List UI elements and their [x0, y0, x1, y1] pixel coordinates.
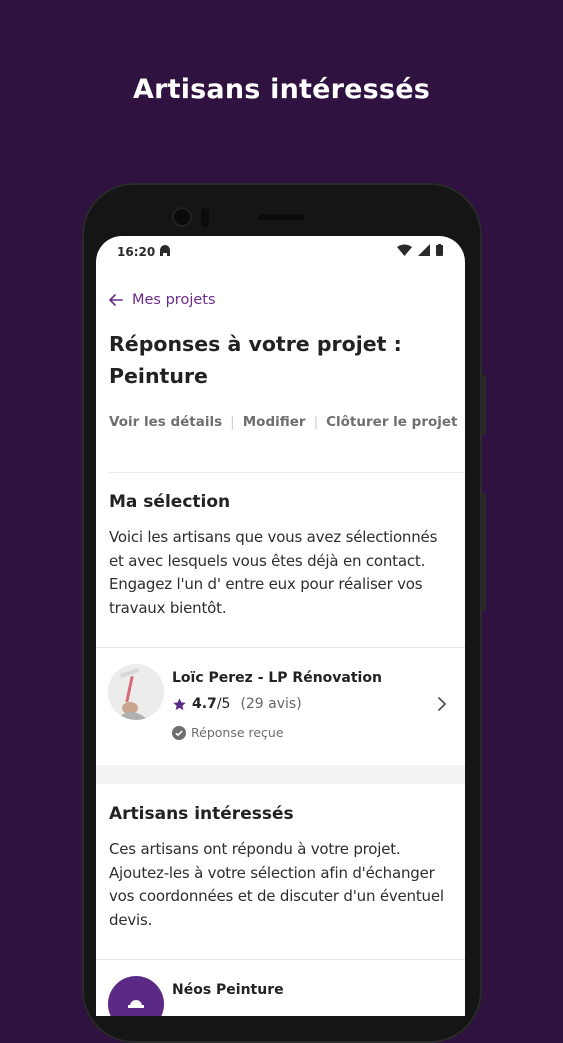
phone-speaker [258, 214, 304, 220]
phone-side-button [481, 375, 486, 435]
front-camera [172, 207, 192, 227]
page-title: Réponses à votre projet : Peinture [109, 332, 402, 388]
signal-icon [418, 244, 430, 256]
arrow-left-icon [109, 294, 123, 306]
card-divider [96, 959, 465, 960]
phone-sensor [201, 208, 209, 227]
battery-icon [436, 244, 443, 256]
project-actions: Voir les détails | Modifier | Clôturer l… [109, 414, 458, 430]
separator: | [313, 414, 319, 430]
rating-score: 4.7 [192, 696, 217, 712]
edit-link[interactable]: Modifier [243, 414, 306, 430]
check-circle-icon [172, 725, 186, 740]
artisan-name: Loïc Perez - LP Rénovation [172, 670, 382, 686]
rating-max: /5 [216, 696, 231, 712]
phone-screen: 16:20 Mes projets Réponses à votre proje… [96, 236, 465, 1016]
reply-status: Réponse reçue [172, 725, 284, 740]
artisan-rating: 4.7/5 (29 avis) [172, 696, 302, 712]
avatar [108, 664, 164, 720]
section-spacer [96, 765, 465, 784]
section-divider [109, 472, 465, 473]
review-count: (29 avis) [240, 696, 302, 712]
status-icons [397, 244, 443, 256]
selection-description: Voici les artisans que vous avez sélecti… [109, 528, 438, 617]
artisan-name: Néos Peinture [172, 982, 284, 998]
reply-status-label: Réponse reçue [191, 725, 284, 740]
back-link-label: Mes projets [132, 292, 216, 308]
back-link[interactable]: Mes projets [109, 292, 216, 308]
card-divider [96, 647, 465, 648]
interested-description: Ces artisans ont répondu à votre projet.… [109, 840, 444, 929]
promo-headline: Artisans intéressés [132, 74, 430, 105]
wifi-icon [397, 244, 412, 256]
star-icon [173, 697, 186, 710]
close-project-link[interactable]: Clôturer le projet [326, 414, 457, 430]
interested-title: Artisans intéressés [109, 804, 294, 824]
chevron-right-icon [438, 697, 447, 711]
view-details-link[interactable]: Voir les détails [109, 414, 222, 430]
selection-title: Ma sélection [109, 492, 231, 512]
app-notification-icon [158, 244, 172, 263]
avatar [108, 976, 164, 1016]
status-bar: 16:20 [96, 236, 465, 268]
status-time: 16:20 [117, 245, 156, 259]
separator: | [230, 414, 235, 430]
phone-volume-button [481, 493, 486, 611]
